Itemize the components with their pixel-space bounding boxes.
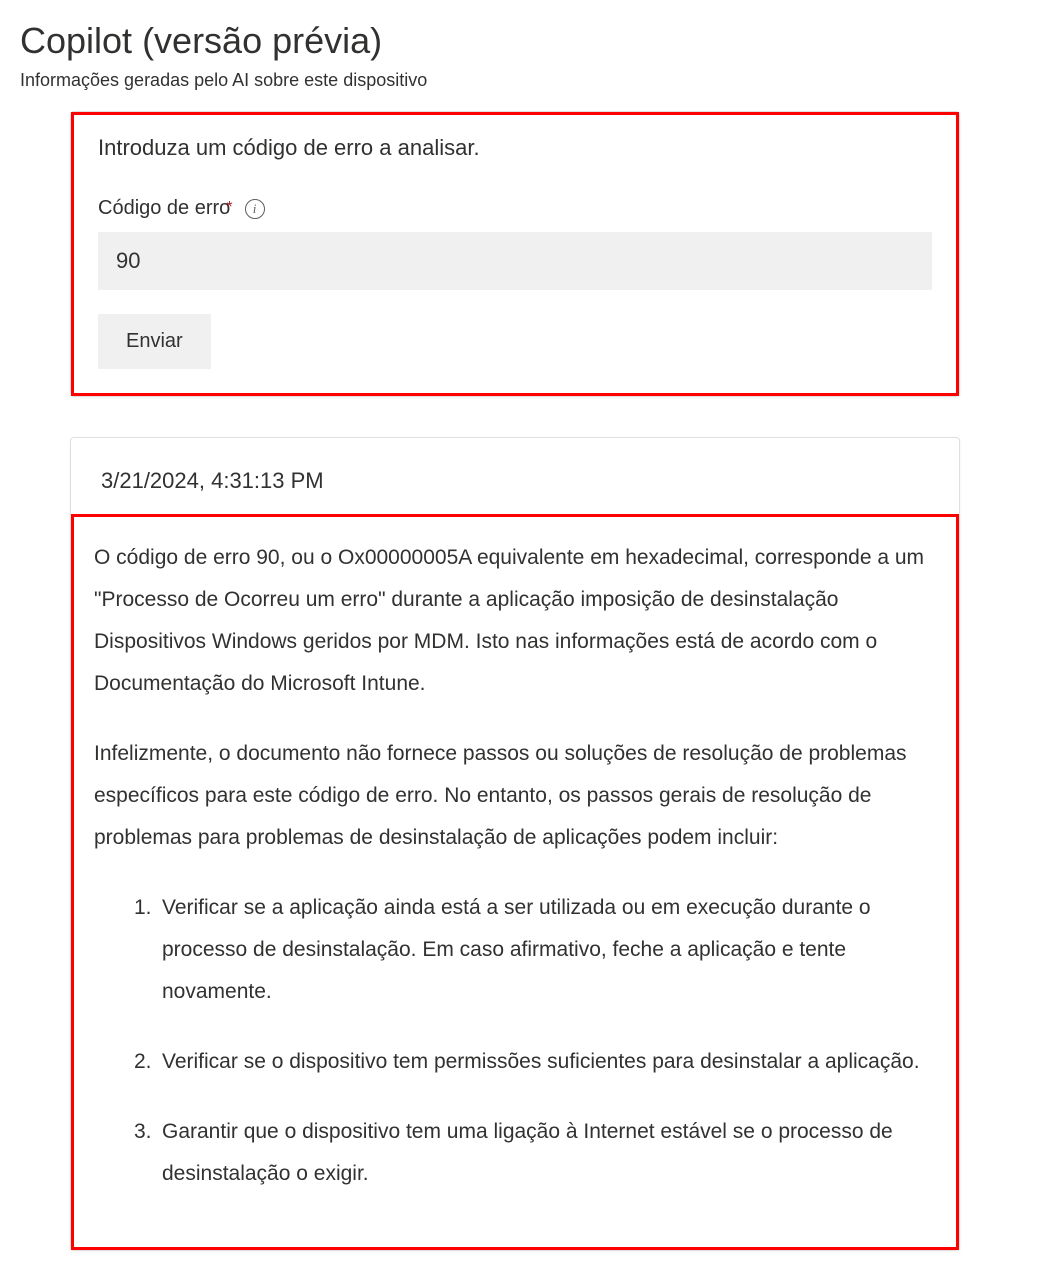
list-number: 3. bbox=[134, 1111, 152, 1153]
response-card: 3/21/2024, 4:31:13 PM O código de erro 9… bbox=[70, 437, 960, 1251]
required-indicator: * bbox=[226, 199, 232, 216]
step-text: Verificar se o dispositivo tem permissõe… bbox=[162, 1050, 920, 1073]
error-code-label: Código de erro* bbox=[98, 197, 233, 220]
response-body: O código de erro 90, ou o Ox00000005A eq… bbox=[94, 537, 936, 1195]
input-prompt: Introduza um código de erro a analisar. bbox=[98, 135, 932, 161]
submit-button[interactable]: Enviar bbox=[98, 314, 211, 369]
response-paragraph-1: O código de erro 90, ou o Ox00000005A eq… bbox=[94, 537, 936, 705]
response-paragraph-2: Infelizmente, o documento não fornece pa… bbox=[94, 733, 936, 859]
response-timestamp: 3/21/2024, 4:31:13 PM bbox=[71, 468, 959, 494]
page-subtitle: Informações geradas pelo AI sobre este d… bbox=[20, 70, 1020, 91]
step-text: Garantir que o dispositivo tem uma ligaç… bbox=[162, 1120, 893, 1185]
list-item: 3.Garantir que o dispositivo tem uma lig… bbox=[134, 1111, 936, 1195]
list-item: 1.Verificar se a aplicação ainda está a … bbox=[134, 887, 936, 1013]
field-label-row: Código de erro* i bbox=[98, 197, 932, 220]
error-code-input[interactable] bbox=[98, 232, 932, 290]
response-steps-list: 1.Verificar se a aplicação ainda está a … bbox=[94, 887, 936, 1195]
step-text: Verificar se a aplicação ainda está a se… bbox=[162, 896, 871, 1003]
list-number: 1. bbox=[134, 887, 152, 929]
list-number: 2. bbox=[134, 1041, 152, 1083]
list-item: 2. Verificar se o dispositivo tem permiss… bbox=[134, 1041, 936, 1083]
response-highlight-box: O código de erro 90, ou o Ox00000005A eq… bbox=[71, 514, 959, 1250]
info-icon[interactable]: i bbox=[245, 199, 265, 219]
error-code-label-text: Código de erro bbox=[98, 197, 230, 219]
page-title: Copilot (versão prévia) bbox=[20, 20, 1020, 62]
input-card: Introduza um código de erro a analisar. … bbox=[70, 111, 960, 397]
input-highlight-box: Introduza um código de erro a analisar. … bbox=[71, 112, 959, 396]
